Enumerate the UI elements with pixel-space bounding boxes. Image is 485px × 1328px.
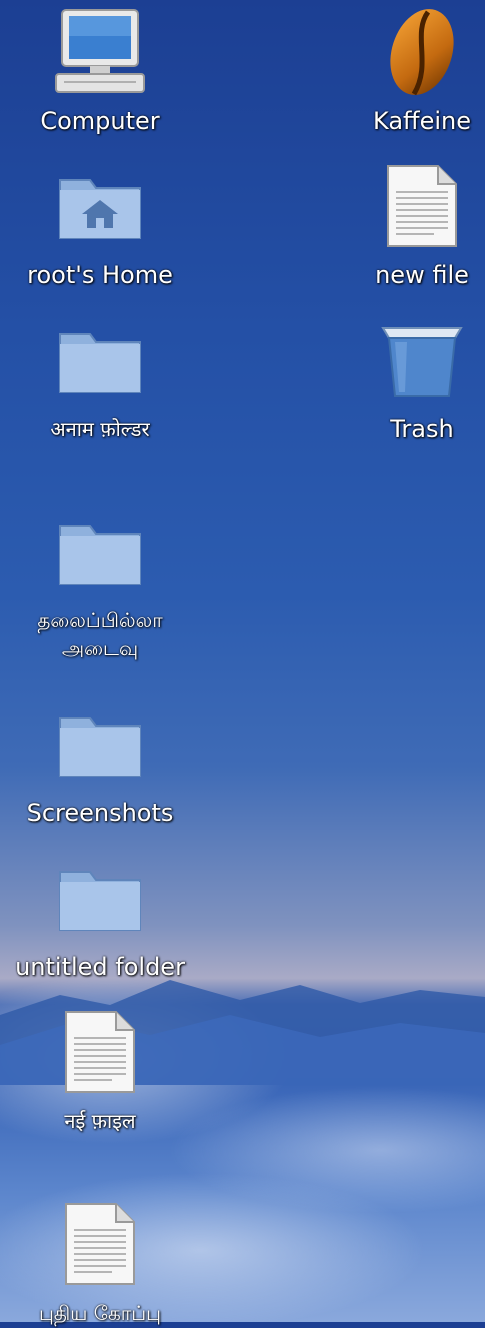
desktop-icon-trash[interactable]: Trash <box>322 310 485 444</box>
icon-label: untitled folder <box>15 953 185 981</box>
kaffeine-icon <box>390 9 454 96</box>
icon-label: Computer <box>40 107 160 135</box>
icon-label: Kaffeine <box>373 107 471 135</box>
computer-icon <box>55 9 145 93</box>
trash-icon <box>381 327 463 397</box>
icon-label: new file <box>375 261 469 289</box>
icon-label: தலைப்பில்லா அடைவு <box>37 608 163 660</box>
desktop-icon-tamil-file[interactable]: புதிய கோப்பு <box>0 1194 200 1328</box>
folder-icon <box>59 333 141 393</box>
desktop-icon-new-file[interactable]: new file <box>322 156 485 290</box>
icon-label: Screenshots <box>26 799 174 827</box>
desktop-icon-hindi-folder[interactable]: अनाम फ़ोल्डर <box>0 310 200 444</box>
text-file-icon <box>65 1203 135 1285</box>
desktop-icon-root-home[interactable]: root's Home <box>0 156 200 290</box>
icon-label: अनाम फ़ोल्डर <box>50 417 150 441</box>
folder-icon <box>59 717 141 777</box>
text-file-icon <box>65 1011 135 1093</box>
text-file-icon <box>387 165 457 247</box>
icon-label: नई फ़ाइल <box>64 1109 136 1133</box>
desktop-icon-tamil-folder[interactable]: தலைப்பில்லா அடைவு <box>0 502 200 662</box>
home-folder-icon <box>59 179 141 239</box>
desktop-icon-screenshots[interactable]: Screenshots <box>0 694 200 828</box>
folder-icon <box>59 871 141 931</box>
icon-label: root's Home <box>27 261 173 289</box>
desktop-icon-untitled-folder[interactable]: untitled folder <box>0 848 200 982</box>
icon-label: Trash <box>390 415 454 443</box>
desktop-icon-computer[interactable]: Computer <box>0 2 200 136</box>
desktop-icon-hindi-file[interactable]: नई फ़ाइल <box>0 1002 200 1136</box>
desktop-icon-kaffeine[interactable]: Kaffeine <box>322 2 485 136</box>
folder-icon <box>59 525 141 585</box>
icon-label: புதிய கோப்பு <box>39 1301 161 1325</box>
